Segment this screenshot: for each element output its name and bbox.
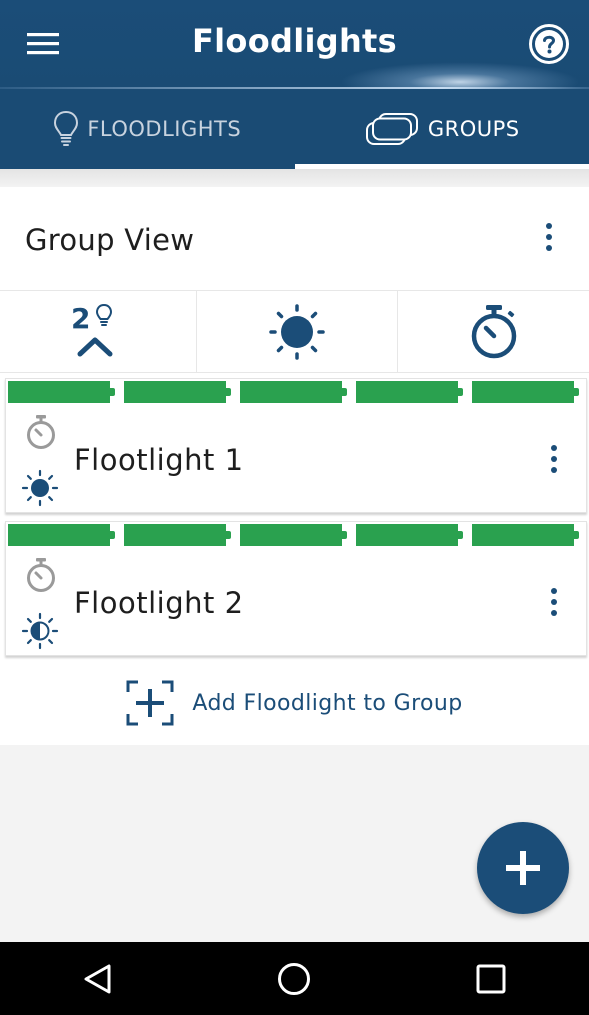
battery-segment <box>240 381 347 403</box>
stopwatch-icon <box>471 305 516 359</box>
battery-segment <box>356 524 463 546</box>
battery-segment <box>472 381 579 403</box>
app-title: Floodlights <box>192 22 397 60</box>
half-sun-icon <box>21 612 59 650</box>
kebab-dot <box>551 599 557 605</box>
nav-home-button[interactable] <box>254 949 334 1009</box>
battery-segment <box>124 381 231 403</box>
floodlight-name: Flootlight 1 <box>74 443 244 477</box>
brightness-control[interactable] <box>196 291 397 373</box>
group-header: Group View <box>0 187 589 291</box>
lightbulb-sort-up-icon: 2 <box>71 302 113 357</box>
floodlight-overflow-menu-button[interactable] <box>539 582 569 622</box>
floodlight-list-item[interactable]: Flootlight 2 <box>5 521 587 656</box>
sun-icon <box>21 469 59 507</box>
battery-segment <box>356 381 463 403</box>
stopwatch-icon <box>27 558 55 592</box>
group-controls: 2 <box>0 291 589 373</box>
lights-count: 2 <box>71 302 90 335</box>
battery-indicator <box>8 381 583 403</box>
battery-segment <box>240 524 347 546</box>
battery-segment <box>124 524 231 546</box>
tab-shadow <box>0 169 589 187</box>
kebab-dot <box>546 234 552 240</box>
nav-back-button[interactable] <box>58 949 138 1009</box>
add-floodlight-to-group-button[interactable]: Add Floodlight to Group <box>0 677 589 729</box>
lightbulb-icon <box>54 110 79 146</box>
kebab-dot <box>551 467 557 473</box>
battery-indicator <box>8 524 583 546</box>
tab-groups[interactable]: GROUPS <box>294 89 589 169</box>
nav-recents-button[interactable] <box>451 949 531 1009</box>
floodlight-overflow-menu-button[interactable] <box>539 439 569 479</box>
tab-floodlights-label: FLOODLIGHTS <box>87 117 242 141</box>
recents-icon <box>476 964 506 993</box>
stopwatch-icon <box>27 415 55 449</box>
home-icon <box>278 962 311 995</box>
tab-groups-label: GROUPS <box>427 117 520 141</box>
floodlight-name: Flootlight 2 <box>74 586 244 620</box>
sun-icon <box>269 304 325 360</box>
kebab-dot <box>551 588 557 594</box>
sort-lights-control[interactable]: 2 <box>0 291 196 373</box>
floodlight-list-item[interactable]: Flootlight 1 <box>5 378 587 513</box>
system-nav-bar <box>0 942 589 1015</box>
add-fab-button[interactable] <box>477 822 569 914</box>
battery-segment <box>8 524 115 546</box>
back-icon <box>84 964 111 993</box>
tab-bar: FLOODLIGHTS GROUPS <box>0 89 589 169</box>
group-title: Group View <box>25 223 195 257</box>
groups-icon <box>365 113 418 145</box>
kebab-dot <box>546 223 552 229</box>
tab-floodlights[interactable]: FLOODLIGHTS <box>0 89 295 169</box>
add-floodlight-label: Add Floodlight to Group <box>192 690 463 716</box>
help-icon <box>529 24 569 64</box>
add-to-group-icon <box>126 680 174 726</box>
group-overflow-menu-button[interactable] <box>534 217 564 257</box>
battery-segment <box>8 381 115 403</box>
help-button[interactable] <box>525 20 573 68</box>
battery-segment <box>472 524 579 546</box>
plus-icon <box>506 851 540 885</box>
kebab-dot <box>551 445 557 451</box>
timer-control[interactable] <box>397 291 589 373</box>
kebab-dot <box>551 456 557 462</box>
kebab-dot <box>546 245 552 251</box>
kebab-dot <box>551 610 557 616</box>
app-bar: Floodlights <box>0 0 589 89</box>
